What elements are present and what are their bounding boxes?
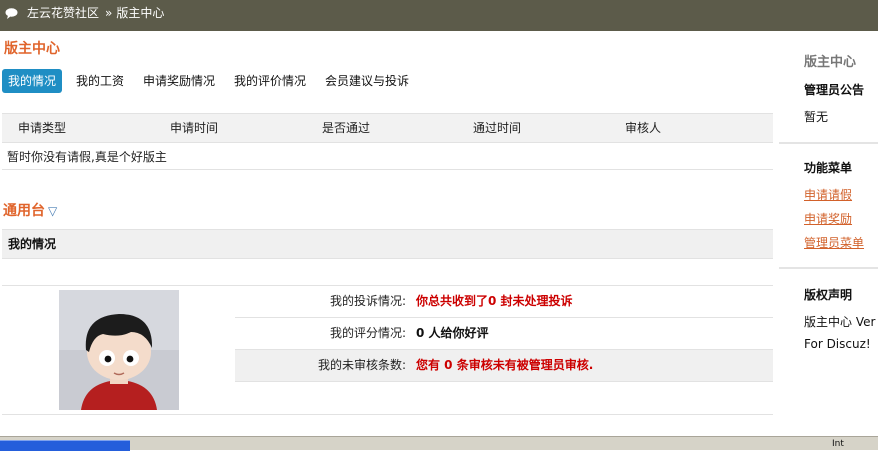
tab-my-status[interactable]: 我的情况 xyxy=(2,69,63,93)
page-title: 版主中心 xyxy=(4,41,60,57)
sidebar: 版主中心 管理员公告 暂无 功能菜单 申请请假 申请奖励 管理员菜单 版权声明 … xyxy=(779,31,878,436)
pending-reviews-value: 您有 0 条审核未有被管理员审核. xyxy=(416,358,594,372)
avatar xyxy=(59,290,179,410)
divider xyxy=(2,169,773,170)
breadcrumb-current: 版主中心 xyxy=(116,6,165,20)
tab-member-feedback[interactable]: 会员建议与投诉 xyxy=(325,69,409,93)
leave-table-header: 申请类型 申请时间 是否通过 通过时间 审核人 xyxy=(2,113,773,143)
status-row-ratings: 我的评分情况: 0 人给你好评 xyxy=(235,318,773,350)
taskbar-active-window-button[interactable] xyxy=(0,440,130,451)
ratings-value: 0 人给你好评 xyxy=(416,326,489,340)
copyright-heading: 版权声明 xyxy=(804,288,853,302)
pending-reviews-label: 我的未审核条数: xyxy=(317,358,406,372)
column-header-approval-time: 通过时间 xyxy=(473,121,522,135)
breadcrumb-separator: » xyxy=(105,6,113,20)
breadcrumb: 左云花赞社区 » 版主中心 xyxy=(27,0,164,26)
tab-reward-applications[interactable]: 申请奖励情况 xyxy=(143,69,215,93)
triangle-down-icon[interactable]: ▽ xyxy=(48,204,57,218)
leave-empty-message: 暂时你没有请假,真是个好版主 xyxy=(7,150,167,164)
column-header-reviewer: 审核人 xyxy=(625,121,662,135)
status-row-pending-reviews: 我的未审核条数: 您有 0 条审核未有被管理员审核. xyxy=(235,350,773,382)
copyright-version: 版主中心 Ver xyxy=(804,315,876,329)
sidebar-link-apply-reward[interactable]: 申请奖励 xyxy=(804,210,852,227)
menu-heading: 功能菜单 xyxy=(804,161,853,175)
sidebar-divider xyxy=(779,142,878,144)
tab-my-ratings[interactable]: 我的评价情况 xyxy=(234,69,306,93)
announcement-text: 暂无 xyxy=(804,110,829,124)
breadcrumb-community-link[interactable]: 左云花赞社区 xyxy=(27,6,99,20)
announcement-heading: 管理员公告 xyxy=(804,83,865,97)
sidebar-link-apply-leave[interactable]: 申请请假 xyxy=(804,186,852,203)
complaints-value: 你总共收到了0 封未处理投诉 xyxy=(416,294,573,308)
my-status-header: 我的情况 xyxy=(2,229,773,259)
sidebar-link-admin-menu[interactable]: 管理员菜单 xyxy=(804,234,864,251)
status-row-complaints: 我的投诉情况: 你总共收到了0 封未处理投诉 xyxy=(235,286,773,318)
divider xyxy=(2,414,773,415)
complaints-label: 我的投诉情况: xyxy=(329,294,406,308)
general-section-title[interactable]: 通用台 ▽ xyxy=(3,200,57,220)
column-header-time: 申请时间 xyxy=(170,121,219,135)
column-header-type: 申请类型 xyxy=(18,121,67,135)
general-title-text: 通用台 xyxy=(3,203,45,219)
column-header-approved: 是否通过 xyxy=(322,121,371,135)
speech-bubble-icon xyxy=(5,8,18,19)
ratings-label: 我的评分情况: xyxy=(329,326,406,340)
tab-my-salary[interactable]: 我的工资 xyxy=(76,69,124,93)
os-taskbar: Int xyxy=(0,436,878,451)
sidebar-title: 版主中心 xyxy=(804,55,857,70)
sidebar-divider xyxy=(779,267,878,269)
top-breadcrumb-bar: 左云花赞社区 » 版主中心 xyxy=(0,0,878,31)
copyright-discuz: For Discuz! xyxy=(804,337,871,351)
taskbar-tray-text: Int xyxy=(832,439,844,449)
my-status-header-text: 我的情况 xyxy=(8,237,57,251)
